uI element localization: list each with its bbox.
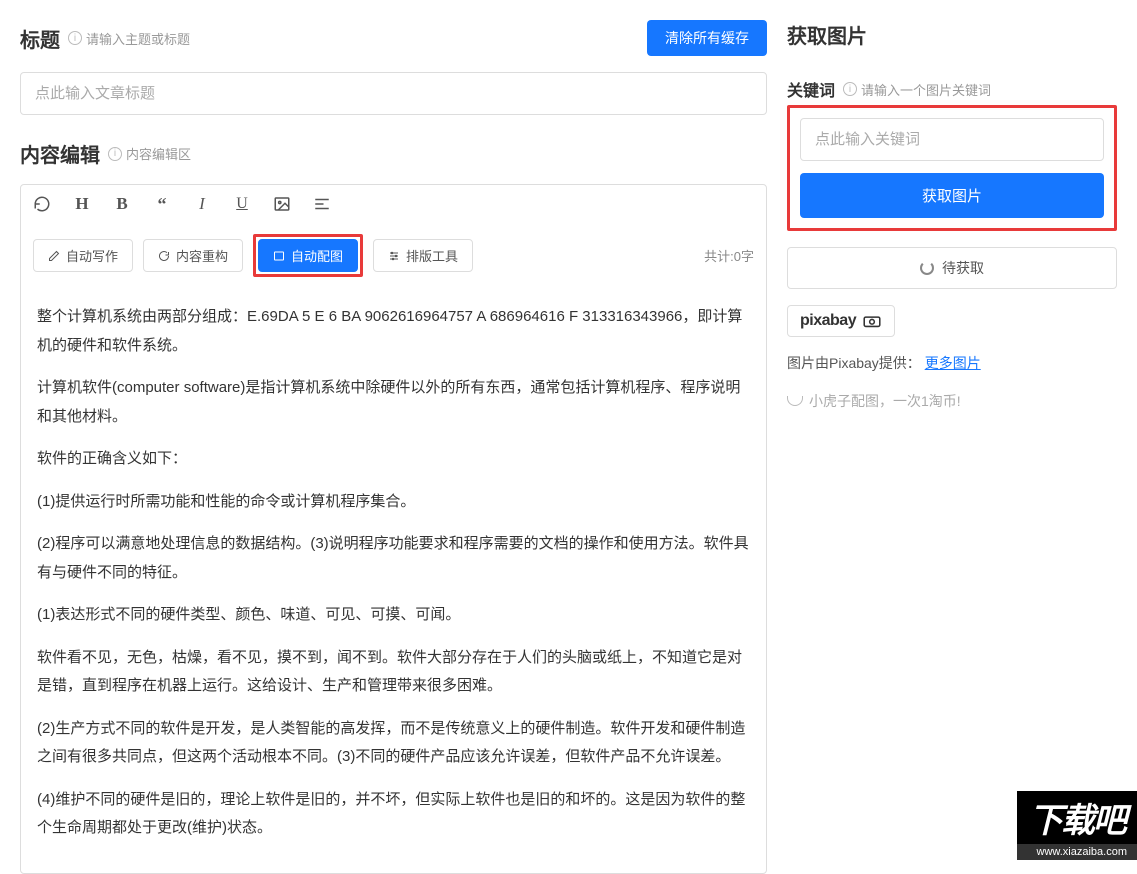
keyword-input[interactable]: [800, 118, 1104, 161]
cloud-icon: [787, 396, 803, 406]
layout-tool-button[interactable]: 排版工具: [373, 239, 473, 272]
info-icon: i: [843, 82, 857, 96]
paragraph: (1)提供运行时所需功能和性能的命令或计算机程序集合。: [37, 488, 750, 517]
paragraph: (1)表达形式不同的硬件类型、颜色、味道、可见、可摸、可闻。: [37, 601, 750, 630]
keyword-box-highlight: 获取图片: [787, 105, 1117, 231]
format-toolbar: H B “ I U: [21, 185, 766, 224]
keyword-label: 关键词: [787, 77, 835, 101]
keyword-header: 关键词 i 请输入一个图片关键词: [787, 77, 1117, 101]
paragraph: (2)程序可以满意地处理信息的数据结构。(3)说明程序功能要求和程序需要的文档的…: [37, 530, 750, 587]
word-count: 共计:0字: [704, 246, 754, 265]
paragraph: 计算机软件(computer software)是指计算机系统中除硬件以外的所有…: [37, 374, 750, 431]
paragraph: 整个计算机系统由两部分组成：E.69DA 5 E 6 BA 9062616964…: [37, 303, 750, 360]
keyword-hint: i 请输入一个图片关键词: [843, 80, 991, 99]
pixabay-badge: pixabay: [787, 305, 895, 337]
align-left-icon[interactable]: [311, 193, 333, 215]
watermark-logo: 下载吧: [1017, 791, 1137, 844]
spinner-icon: [920, 261, 934, 275]
auto-write-button[interactable]: 自动写作: [33, 239, 133, 272]
content-header: 内容编辑 i 内容编辑区: [20, 139, 767, 168]
content-body[interactable]: 整个计算机系统由两部分组成：E.69DA 5 E 6 BA 9062616964…: [21, 287, 766, 873]
title-hint: i 请输入主题或标题: [68, 29, 190, 48]
paragraph: 软件的正确含义如下：: [37, 445, 750, 474]
promo-line: 小虎子配图，一次1淘币!: [787, 391, 1117, 411]
auto-image-button[interactable]: 自动配图: [258, 239, 358, 272]
restructure-button[interactable]: 内容重构: [143, 239, 243, 272]
auto-image-highlight: 自动配图: [253, 234, 363, 277]
underline-icon[interactable]: U: [231, 193, 253, 215]
sliders-icon: [388, 250, 400, 262]
clear-cache-button[interactable]: 清除所有缓存: [647, 20, 767, 56]
watermark: 下载吧 www.xiazaiba.com: [1017, 791, 1137, 860]
provider-info: 图片由Pixabay提供： 更多图片: [787, 353, 1117, 373]
title-heading: 标题: [20, 24, 60, 53]
pencil-icon: [48, 250, 60, 262]
action-toolbar: 自动写作 内容重构 自动配图 排版工具 共计:0字: [21, 224, 766, 287]
bold-icon[interactable]: B: [111, 193, 133, 215]
italic-icon[interactable]: I: [191, 193, 213, 215]
content-heading: 内容编辑: [20, 139, 100, 168]
paragraph: (2)生产方式不同的软件是开发，是人类智能的高发挥，而不是传统意义上的硬件制造。…: [37, 715, 750, 772]
refresh-icon: [158, 250, 170, 262]
pending-status[interactable]: 待获取: [787, 247, 1117, 289]
fetch-image-heading: 获取图片: [787, 20, 1117, 49]
paragraph: 软件看不见，无色，枯燥，看不见，摸不到，闻不到。软件大部分存在于人们的头脑或纸上…: [37, 644, 750, 701]
fetch-image-button[interactable]: 获取图片: [800, 173, 1104, 218]
article-title-input[interactable]: [20, 72, 767, 115]
watermark-url: www.xiazaiba.com: [1017, 844, 1137, 860]
paragraph: (4)维护不同的硬件是旧的，理论上软件是旧的，并不坏，但实际上软件也是旧的和坏的…: [37, 786, 750, 843]
title-header: 标题 i 请输入主题或标题 清除所有缓存: [20, 20, 767, 56]
camera-icon: [862, 314, 882, 328]
image-icon[interactable]: [271, 193, 293, 215]
editor: H B “ I U 自动写作 内容重构 自动配图: [20, 184, 767, 874]
quote-icon[interactable]: “: [151, 193, 173, 215]
picture-icon: [273, 250, 285, 262]
undo-icon[interactable]: [31, 193, 53, 215]
more-images-link[interactable]: 更多图片: [925, 355, 981, 371]
info-icon: i: [68, 31, 82, 45]
heading-icon[interactable]: H: [71, 193, 93, 215]
content-hint: i 内容编辑区: [108, 144, 191, 163]
info-icon: i: [108, 147, 122, 161]
